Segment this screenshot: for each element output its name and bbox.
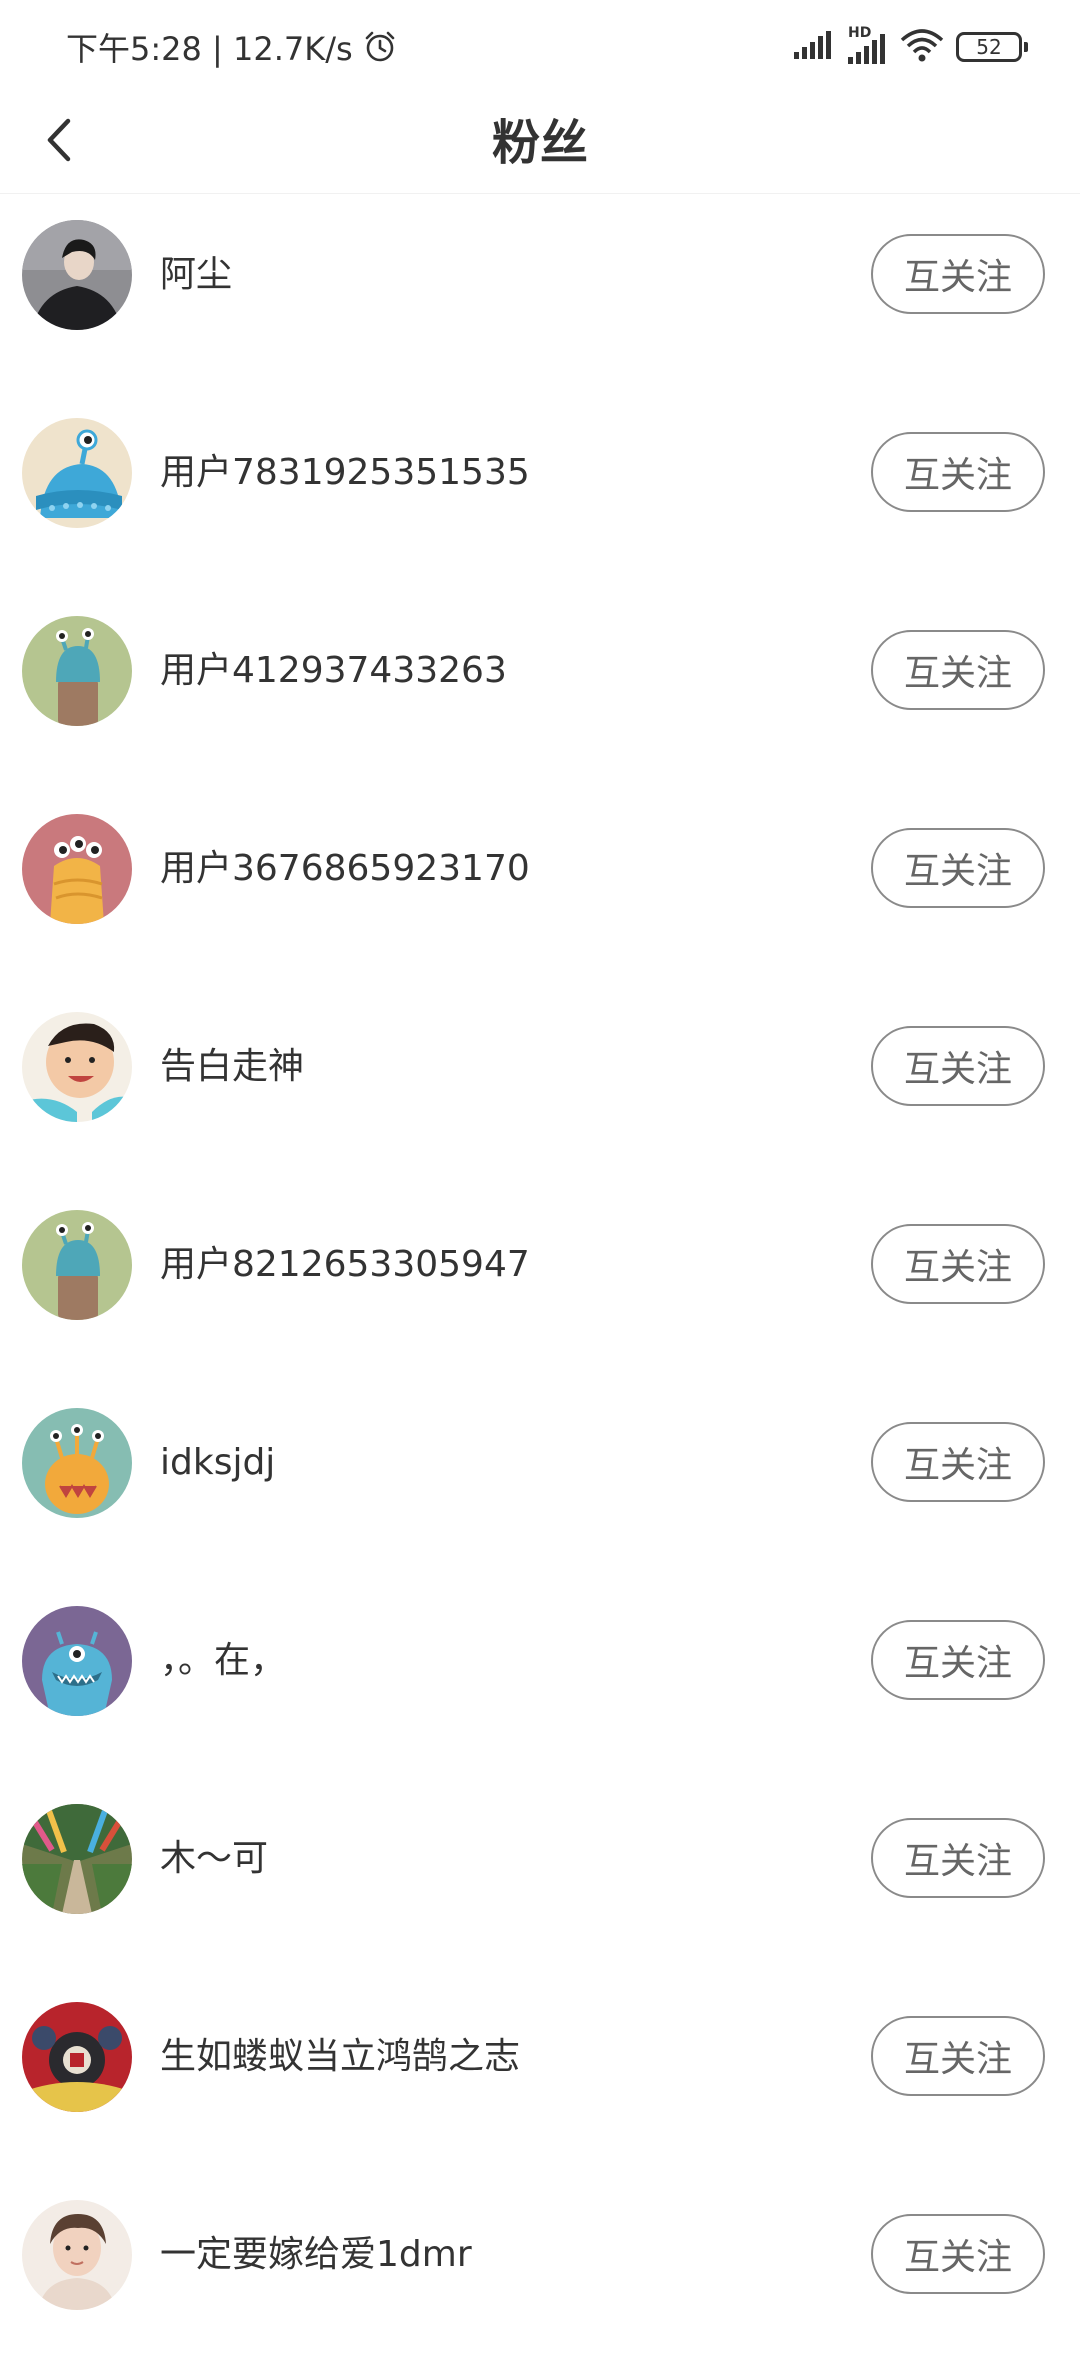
mutual-follow-button[interactable]: 互关注: [871, 432, 1045, 512]
signal-bars-icon: [792, 30, 834, 64]
fan-name[interactable]: 用户3676865923170: [160, 846, 530, 892]
list-item[interactable]: 阿尘 互关注: [0, 194, 1080, 392]
orange-monster-avatar[interactable]: [22, 814, 132, 924]
fan-name[interactable]: 用户8212653305947: [160, 1242, 530, 1288]
status-bar: 下午5:28 | 12.7K/s HD 52: [0, 0, 1080, 92]
mutual-follow-button[interactable]: 互关注: [871, 234, 1045, 314]
photo-baby-avatar[interactable]: [22, 1012, 132, 1122]
list-item[interactable]: 木～可 互关注: [0, 1778, 1080, 1976]
photo-girl-avatar[interactable]: [22, 2200, 132, 2310]
fan-name[interactable]: ，。在，: [160, 1638, 286, 1684]
photo-street-avatar[interactable]: [22, 1804, 132, 1914]
wifi-icon: [900, 28, 944, 66]
fan-name[interactable]: 生如蝼蚁当立鸿鹄之志: [160, 2034, 520, 2080]
mutual-follow-button[interactable]: 互关注: [871, 2214, 1045, 2294]
header-bar: 粉丝: [0, 92, 1080, 194]
list-item[interactable]: 用户8212653305947 互关注: [0, 1184, 1080, 1382]
fan-name[interactable]: 告白走神: [160, 1044, 304, 1090]
alarm-icon: [363, 30, 397, 64]
fan-name[interactable]: 一定要嫁给爱1dmr: [160, 2232, 472, 2278]
mutual-follow-button[interactable]: 互关注: [871, 1224, 1045, 1304]
list-item[interactable]: 用户3676865923170 互关注: [0, 788, 1080, 986]
fan-name[interactable]: 木～可: [160, 1836, 268, 1882]
fan-name[interactable]: 阿尘: [160, 252, 232, 298]
list-item[interactable]: 用户412937433263 互关注: [0, 590, 1080, 788]
mutual-follow-button[interactable]: 互关注: [871, 1818, 1045, 1898]
fan-name[interactable]: idksjdj: [160, 1440, 275, 1486]
mutual-follow-button[interactable]: 互关注: [871, 828, 1045, 908]
status-left: 下午5:28 | 12.7K/s: [66, 22, 397, 72]
list-item[interactable]: idksjdj 互关注: [0, 1382, 1080, 1580]
list-item[interactable]: 一定要嫁给爱1dmr 互关注: [0, 2174, 1080, 2372]
list-item[interactable]: 生如蝼蚁当立鸿鹄之志 互关注: [0, 1976, 1080, 2174]
photo-man-avatar[interactable]: [22, 220, 132, 330]
page-title: 粉丝: [491, 115, 588, 171]
mutual-follow-button[interactable]: 互关注: [871, 630, 1045, 710]
blue-monster-avatar[interactable]: [22, 418, 132, 528]
status-time-speed: 下午5:28 | 12.7K/s: [66, 30, 353, 68]
yellow-monster-avatar[interactable]: [22, 1408, 132, 1518]
fan-name[interactable]: 用户412937433263: [160, 648, 507, 694]
list-item[interactable]: ，。在， 互关注: [0, 1580, 1080, 1778]
fan-name[interactable]: 用户7831925351535: [160, 450, 530, 496]
photo-red-avatar[interactable]: [22, 2002, 132, 2112]
mutual-follow-button[interactable]: 互关注: [871, 1422, 1045, 1502]
list-item[interactable]: 告白走神 互关注: [0, 986, 1080, 1184]
green-monster-avatar[interactable]: [22, 1210, 132, 1320]
green-monster-avatar[interactable]: [22, 616, 132, 726]
list-item[interactable]: 用户7831925351535 互关注: [0, 392, 1080, 590]
purple-monster-avatar[interactable]: [22, 1606, 132, 1716]
mutual-follow-button[interactable]: 互关注: [871, 1026, 1045, 1106]
battery-icon: 52: [956, 32, 1028, 62]
mutual-follow-button[interactable]: 互关注: [871, 1620, 1045, 1700]
mutual-follow-button[interactable]: 互关注: [871, 2016, 1045, 2096]
status-right: HD 52: [792, 22, 1028, 72]
signal-bars-hd-icon: HD: [846, 25, 888, 65]
battery-level: 52: [976, 35, 1002, 59]
